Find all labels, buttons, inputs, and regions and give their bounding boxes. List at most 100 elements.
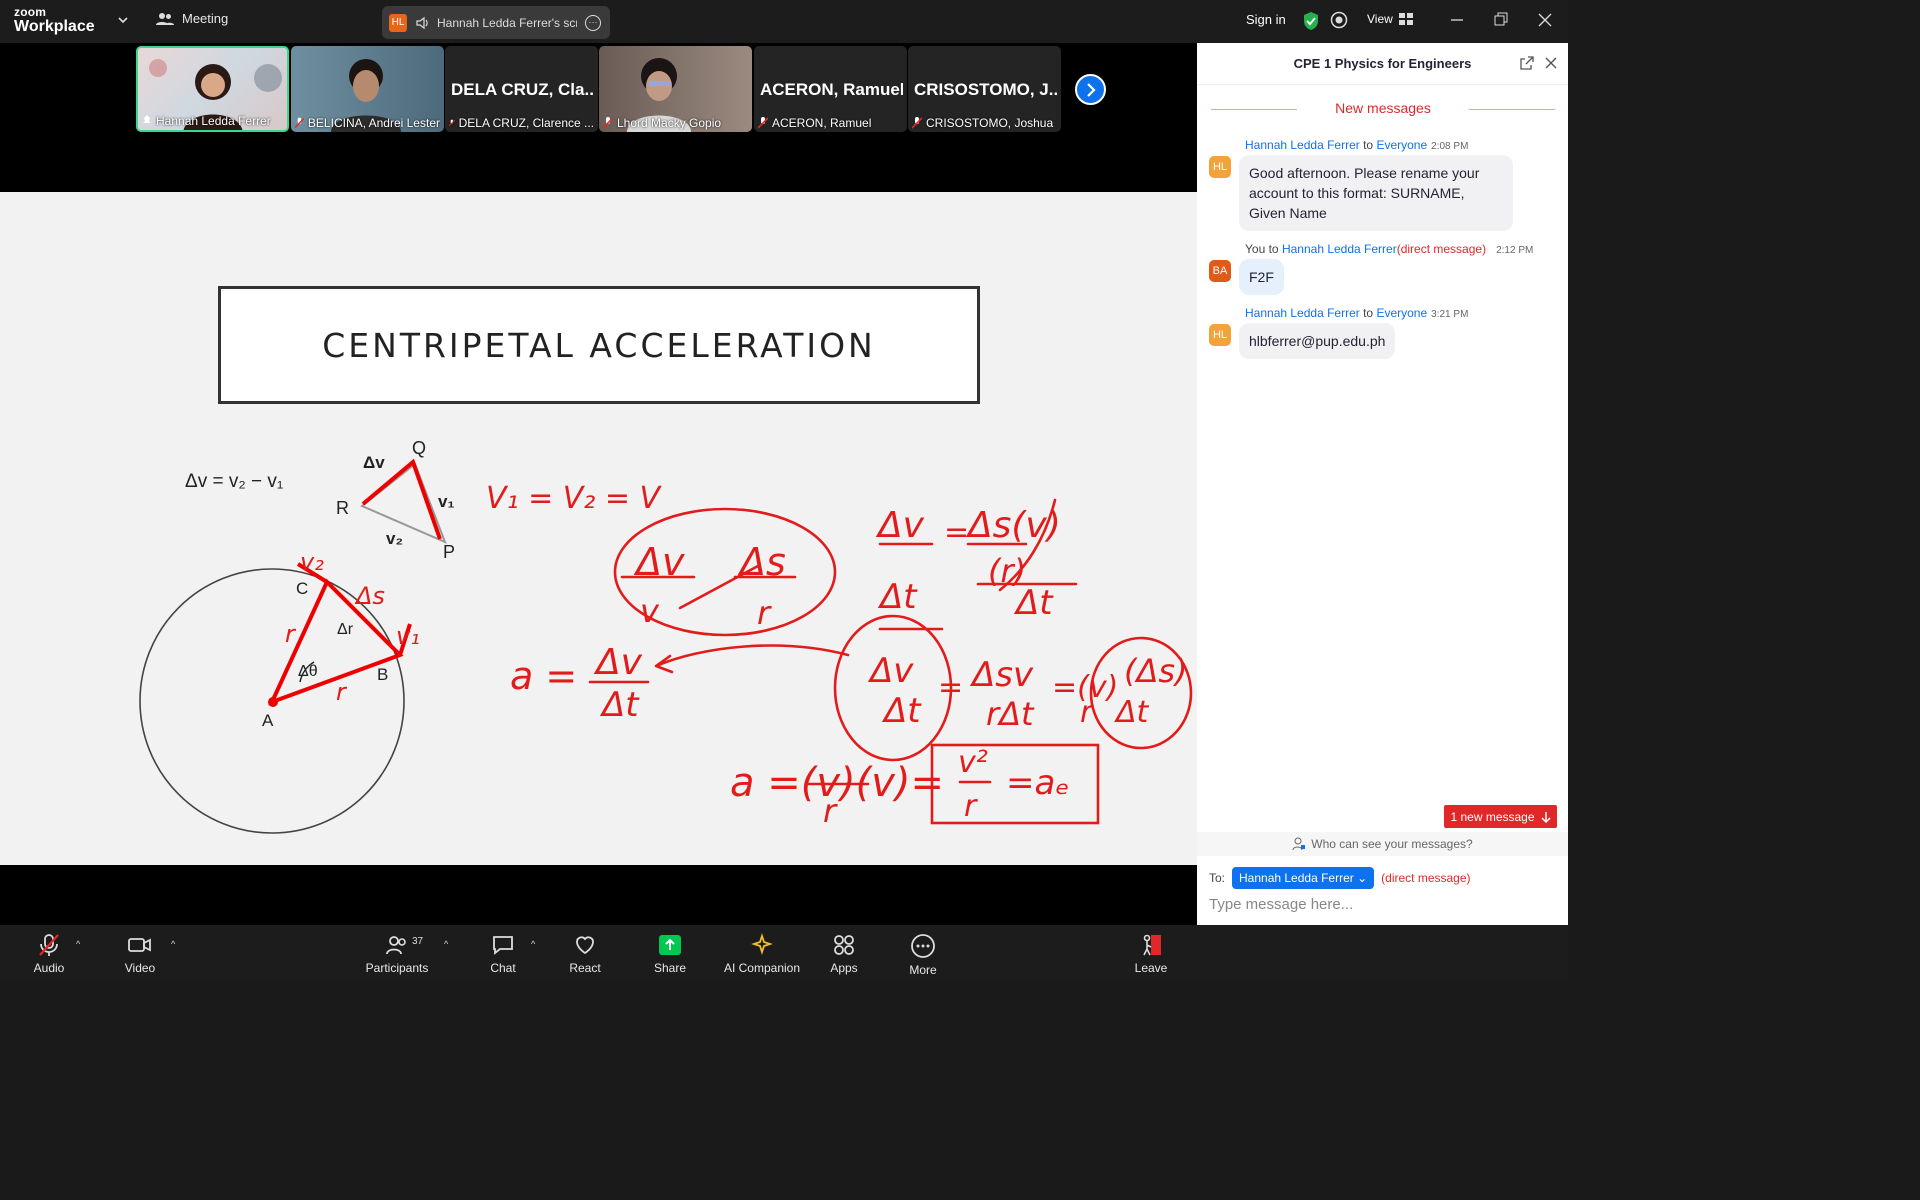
participants-icon <box>386 936 406 955</box>
svg-text:Δt: Δt <box>877 577 918 617</box>
svg-text:P: P <box>443 542 455 562</box>
message-bubble: hlbferrer@pup.edu.ph <box>1239 323 1396 359</box>
recording-icon[interactable] <box>1330 11 1348 29</box>
audio-button[interactable]: Audio <box>30 925 68 980</box>
chevron-down-icon[interactable] <box>116 13 130 27</box>
tile-name: CRISOSTOMO, Joshua <box>912 116 1057 130</box>
svg-text:v₁: v₁ <box>396 622 420 650</box>
video-tile[interactable]: Lhord Macky Gopio <box>599 46 752 132</box>
more-options-icon[interactable]: ··· <box>585 14 601 31</box>
more-button[interactable]: More <box>905 925 941 980</box>
tile-name: ACERON, Ramuel <box>758 116 903 130</box>
sign-in-button[interactable]: Sign in <box>1246 12 1286 27</box>
avatar: HL <box>1209 156 1231 178</box>
svg-text:Q: Q <box>412 438 426 458</box>
tile-name: BELICINA, Andrei Lester <box>295 116 440 130</box>
sparkle-icon <box>751 933 773 955</box>
person-lock-icon <box>1292 837 1306 851</box>
svg-text:Δv: Δv <box>867 651 914 691</box>
share-label: Hannah Ledda Ferrer's screen <box>437 15 577 30</box>
svg-text:a =: a = <box>510 654 577 698</box>
message-meta: Hannah Ledda Ferrer to Everyone 2:08 PM <box>1245 138 1469 152</box>
recipient-dropdown[interactable]: Hannah Ledda Ferrer ⌄ <box>1232 867 1375 889</box>
video-options-caret[interactable]: ^ <box>171 939 175 949</box>
share-button[interactable]: Share <box>652 925 688 980</box>
recipient-row: To: Hannah Ledda Ferrer ⌄ (direct messag… <box>1209 867 1471 889</box>
video-tile[interactable]: DELA CRUZ, Cla... DELA CRUZ, Clarence ..… <box>445 46 598 132</box>
meeting-label: Meeting <box>182 11 229 26</box>
video-tile[interactable]: BELICINA, Andrei Lester <box>291 46 444 132</box>
chat-panel: CPE 1 Physics for Engineers New messages… <box>1197 43 1568 967</box>
heart-icon <box>576 936 594 955</box>
video-tile[interactable]: ACERON, Ramuel ACERON, Ramuel <box>754 46 907 132</box>
video-camera-icon <box>128 938 151 952</box>
svg-text:r: r <box>964 789 978 824</box>
svg-text:=aₑ: =aₑ <box>1006 763 1070 803</box>
svg-text:v₁: v₁ <box>438 492 455 511</box>
tile-name: Hannah Ledda Ferrer <box>142 114 283 128</box>
close-window-icon[interactable] <box>1538 11 1552 29</box>
ai-companion-button[interactable]: AI Companion <box>722 925 802 980</box>
chat-icon <box>493 936 513 955</box>
more-icon <box>911 934 935 958</box>
svg-text:=: = <box>938 670 963 705</box>
restore-icon[interactable] <box>1494 11 1508 29</box>
arrow-down-icon <box>1540 811 1551 823</box>
chat-message: BA You to Hannah Ledda Ferrer(direct mes… <box>1209 242 1559 297</box>
apps-icon <box>834 935 854 955</box>
logo-line2: Workplace <box>14 18 95 35</box>
svg-text:B: B <box>377 665 388 684</box>
muted-mic-icon <box>758 117 768 129</box>
zoom-logo: zoom Workplace <box>14 6 95 35</box>
audio-options-caret[interactable]: ^ <box>76 939 80 949</box>
close-icon[interactable] <box>1544 56 1558 70</box>
meeting-toolbar: Audio ^ Video ^ Participants 37 ^ Chat ^… <box>0 925 1568 980</box>
svg-text:A: A <box>262 711 274 730</box>
chat-options-caret[interactable]: ^ <box>531 939 535 949</box>
svg-text:Δt: Δt <box>1114 695 1150 730</box>
dv-equation: Δv = v₂ − v₁ <box>185 471 283 492</box>
to-label: To: <box>1209 871 1226 885</box>
svg-text:(Δs): (Δs) <box>1124 652 1188 690</box>
minimize-icon[interactable] <box>1450 11 1464 29</box>
screen-share-indicator[interactable]: HL Hannah Ledda Ferrer's screen ··· <box>382 6 610 39</box>
muted-mic-icon <box>449 119 455 127</box>
participants-count: 37 <box>412 936 424 947</box>
popout-icon[interactable] <box>1520 56 1534 70</box>
svg-text:Δs: Δs <box>737 540 786 584</box>
view-button[interactable]: View <box>1367 12 1413 26</box>
react-button[interactable]: React <box>566 925 604 980</box>
who-can-see-link[interactable]: Who can see your messages? <box>1197 832 1568 856</box>
svg-text:Δt: Δt <box>881 691 922 731</box>
svg-text:Δθ: Δθ <box>298 663 318 680</box>
message-meta: You to Hannah Ledda Ferrer(direct messag… <box>1245 242 1534 256</box>
next-page-button[interactable] <box>1075 74 1106 105</box>
leave-icon <box>1143 934 1161 956</box>
video-tile[interactable]: CRISOSTOMO, J... CRISOSTOMO, Joshua <box>908 46 1061 132</box>
message-input[interactable] <box>1209 896 1549 913</box>
participants-options-caret[interactable]: ^ <box>444 939 448 949</box>
new-message-jump-button[interactable]: 1 new message <box>1444 805 1557 828</box>
svg-text:V₁ = V₂ = V: V₁ = V₂ = V <box>486 481 663 516</box>
meeting-button[interactable]: Meeting <box>156 11 228 26</box>
handwritten-text: V₁ = V₂ = V Δv Δs v r Δv Δt = Δs(v) (r) … <box>285 481 1188 830</box>
leave-button[interactable]: Leave <box>1134 925 1168 980</box>
participants-button[interactable]: Participants <box>364 925 430 980</box>
video-button[interactable]: Video <box>122 925 158 980</box>
logo-line1: zoom <box>14 5 47 19</box>
svg-text:Δs: Δs <box>354 582 385 610</box>
svg-text:Δv: Δv <box>363 453 385 472</box>
svg-text:v₂: v₂ <box>386 529 403 548</box>
svg-text:=: = <box>944 515 969 550</box>
svg-text:r: r <box>336 678 348 706</box>
video-tile[interactable]: Hannah Ledda Ferrer <box>136 46 289 132</box>
muted-mic-icon <box>295 117 304 128</box>
chat-button[interactable]: Chat <box>486 925 520 980</box>
avatar: BA <box>1209 260 1231 282</box>
tile-big-name: ACERON, Ramuel <box>760 80 903 99</box>
svg-text:Δs(v): Δs(v) <box>965 505 1061 546</box>
apps-button[interactable]: Apps <box>827 925 861 980</box>
people-icon <box>156 12 174 25</box>
tile-name: DELA CRUZ, Clarence ... <box>449 116 594 130</box>
encryption-shield-icon[interactable] <box>1302 11 1320 31</box>
